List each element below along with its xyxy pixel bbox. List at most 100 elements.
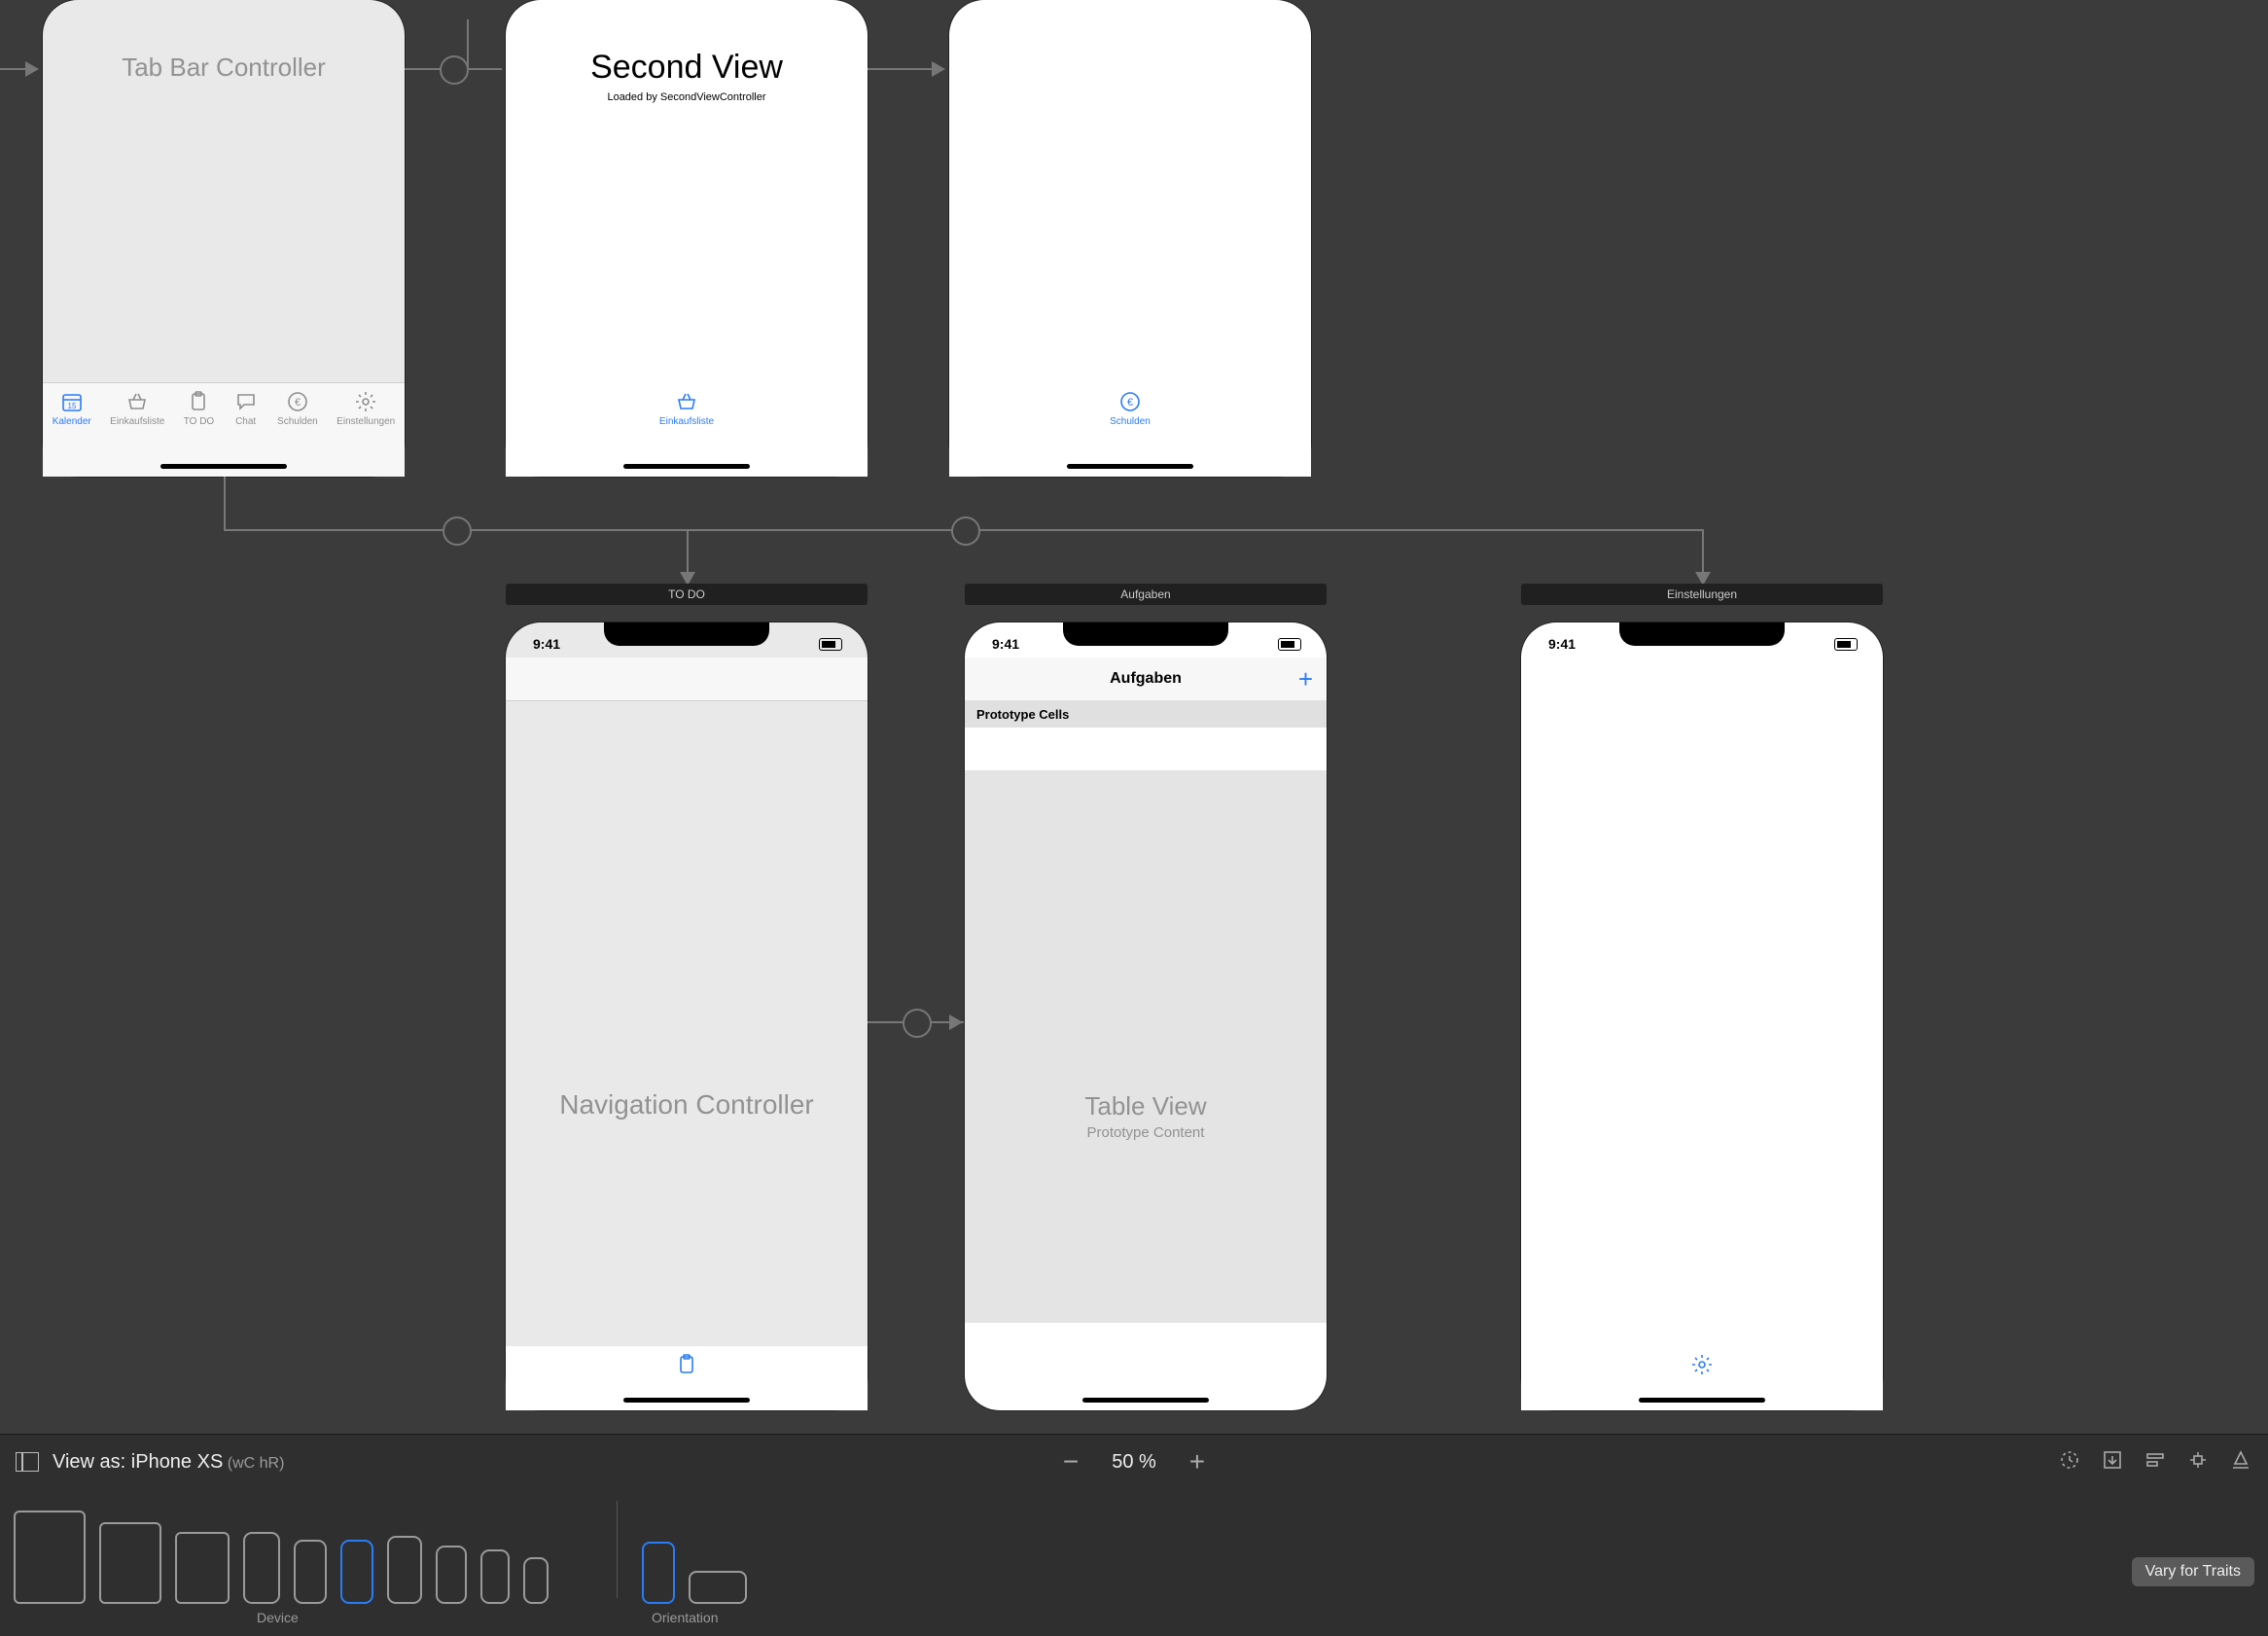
scene-second-view[interactable]: Second View Loaded by SecondViewControll… <box>506 0 868 477</box>
svg-text:€: € <box>1127 397 1133 409</box>
resolve-issues-icon[interactable] <box>2229 1448 2252 1476</box>
second-view-title: Second View <box>506 49 868 87</box>
pin-icon[interactable] <box>2186 1448 2210 1476</box>
calendar-icon: 15 <box>59 389 85 414</box>
storyboard-canvas[interactable]: Tab Bar Controller 15 Kalender Einkaufsl… <box>0 0 2268 1435</box>
segue-line <box>868 68 936 70</box>
segue-arrow-icon <box>949 1014 963 1030</box>
segue-line <box>467 19 469 68</box>
zoom-controls: − 50 % + <box>1063 1435 1205 1489</box>
prototype-cell[interactable] <box>965 728 1327 771</box>
table-view-body[interactable]: Table View Prototype Content <box>965 770 1327 1323</box>
second-view-subtitle: Loaded by SecondViewController <box>506 91 868 103</box>
euro-icon: € <box>1117 389 1143 414</box>
scene-tabbar-controller[interactable]: Tab Bar Controller 15 Kalender Einkaufsl… <box>43 0 405 477</box>
vary-for-traits-button[interactable]: Vary for Traits <box>2132 1557 2254 1586</box>
device-iphone-5[interactable] <box>436 1546 467 1604</box>
segue-line <box>1702 529 1704 576</box>
layout-tool-icons <box>2058 1435 2252 1489</box>
device-iphone-4[interactable] <box>387 1536 422 1604</box>
config-bar-top-row: View as: iPhone XS (wC hR) − 50 % + <box>0 1435 2268 1489</box>
status-time: 9:41 <box>992 636 1019 652</box>
config-bar-bottom-row: Device Orientation Vary for Traits <box>14 1497 2254 1636</box>
home-indicator <box>1639 1398 1765 1403</box>
svg-text:€: € <box>295 397 301 409</box>
chat-icon <box>233 389 259 414</box>
tab-einstellungen[interactable]: Einstellungen <box>337 389 395 477</box>
nav-bar-empty <box>506 658 868 701</box>
device-iphone-6[interactable] <box>480 1549 510 1604</box>
tab-einkaufsliste[interactable]: Einkaufsliste <box>110 389 164 477</box>
orientation-picker <box>642 1497 747 1604</box>
clipboard-icon <box>674 1352 699 1377</box>
segue-arrow-icon <box>25 61 39 77</box>
device-ipad-small[interactable] <box>175 1532 230 1604</box>
device-iphone-7[interactable] <box>523 1557 549 1604</box>
view-as-device: iPhone XS <box>131 1451 224 1473</box>
scene-placeholder-label: Navigation Controller <box>506 1089 868 1120</box>
orientation-landscape[interactable] <box>689 1571 747 1604</box>
tab-label: Schulden <box>277 416 318 427</box>
segue-icon[interactable] <box>443 516 472 546</box>
navigation-bar: Aufgaben + <box>965 658 1327 701</box>
nav-title: Aufgaben <box>1110 670 1182 688</box>
tab-bar: 15 Kalender Einkaufsliste TO DO Chat € S… <box>43 382 405 477</box>
tab-label: Einkaufsliste <box>659 416 714 427</box>
tab-label: Kalender <box>53 416 91 427</box>
scene-schulden[interactable]: € Schulden <box>949 0 1311 477</box>
basket-icon <box>124 389 150 414</box>
update-frames-icon[interactable] <box>2058 1448 2081 1476</box>
segue-line <box>687 529 689 576</box>
status-time: 9:41 <box>1548 636 1576 652</box>
zoom-out-button[interactable]: − <box>1063 1446 1079 1477</box>
battery-icon <box>819 638 842 651</box>
scene-navigation-controller[interactable]: 9:41 Navigation Controller <box>506 622 868 1410</box>
align-icon[interactable] <box>2144 1448 2167 1476</box>
device-ipad-large[interactable] <box>14 1511 86 1604</box>
device-notch <box>604 622 769 646</box>
tab-label: Einkaufsliste <box>110 416 164 427</box>
separator <box>617 1501 618 1598</box>
tab-bar: Einkaufsliste <box>506 383 868 477</box>
battery-icon <box>1834 638 1858 651</box>
tab-kalender[interactable]: 15 Kalender <box>53 389 91 477</box>
gear-icon <box>1689 1352 1715 1377</box>
tab-bar-area <box>965 1323 1327 1352</box>
home-indicator <box>160 464 287 469</box>
view-as-sizeclass: (wC hR) <box>223 1455 284 1472</box>
scene-title-bar[interactable]: Einstellungen <box>1521 584 1883 605</box>
tab-label: Chat <box>235 416 256 427</box>
table-view-label: Table View <box>965 1091 1327 1121</box>
segue-icon[interactable] <box>440 55 469 85</box>
scene-einstellungen[interactable]: 9:41 <box>1521 622 1883 1410</box>
panel-toggle-button[interactable] <box>16 1452 39 1472</box>
euro-icon: € <box>285 389 310 414</box>
device-ipad-medium[interactable] <box>99 1522 161 1604</box>
view-as-label[interactable]: View as: iPhone XS (wC hR) <box>53 1451 284 1474</box>
status-time: 9:41 <box>533 636 560 652</box>
device-group-label: Device <box>257 1610 299 1625</box>
scene-title-bar[interactable]: Aufgaben <box>965 584 1327 605</box>
home-indicator <box>623 1398 750 1403</box>
home-indicator <box>1082 1398 1209 1403</box>
device-iphone-xs[interactable] <box>340 1540 373 1604</box>
scene-aufgaben[interactable]: 9:41 Aufgaben + Prototype Cells Table Vi… <box>965 622 1327 1410</box>
segue-icon[interactable] <box>951 516 980 546</box>
device-iphone-2[interactable] <box>294 1540 327 1604</box>
orientation-portrait[interactable] <box>642 1542 675 1604</box>
zoom-in-button[interactable]: + <box>1189 1446 1205 1477</box>
scene-placeholder-label: Tab Bar Controller <box>43 53 405 83</box>
device-notch <box>1619 622 1785 646</box>
svg-text:15: 15 <box>67 402 76 410</box>
basket-icon <box>674 389 699 414</box>
segue-arrow-icon <box>932 61 945 77</box>
tab-label: TO DO <box>184 416 214 427</box>
zoom-value: 50 % <box>1112 1451 1156 1474</box>
scene-title-bar[interactable]: TO DO <box>506 584 868 605</box>
embed-in-icon[interactable] <box>2101 1448 2124 1476</box>
home-indicator <box>623 464 750 469</box>
tab-bar: € Schulden <box>949 383 1311 477</box>
add-button[interactable]: + <box>1298 664 1313 694</box>
segue-icon[interactable] <box>903 1009 932 1038</box>
device-iphone-1[interactable] <box>243 1532 280 1604</box>
